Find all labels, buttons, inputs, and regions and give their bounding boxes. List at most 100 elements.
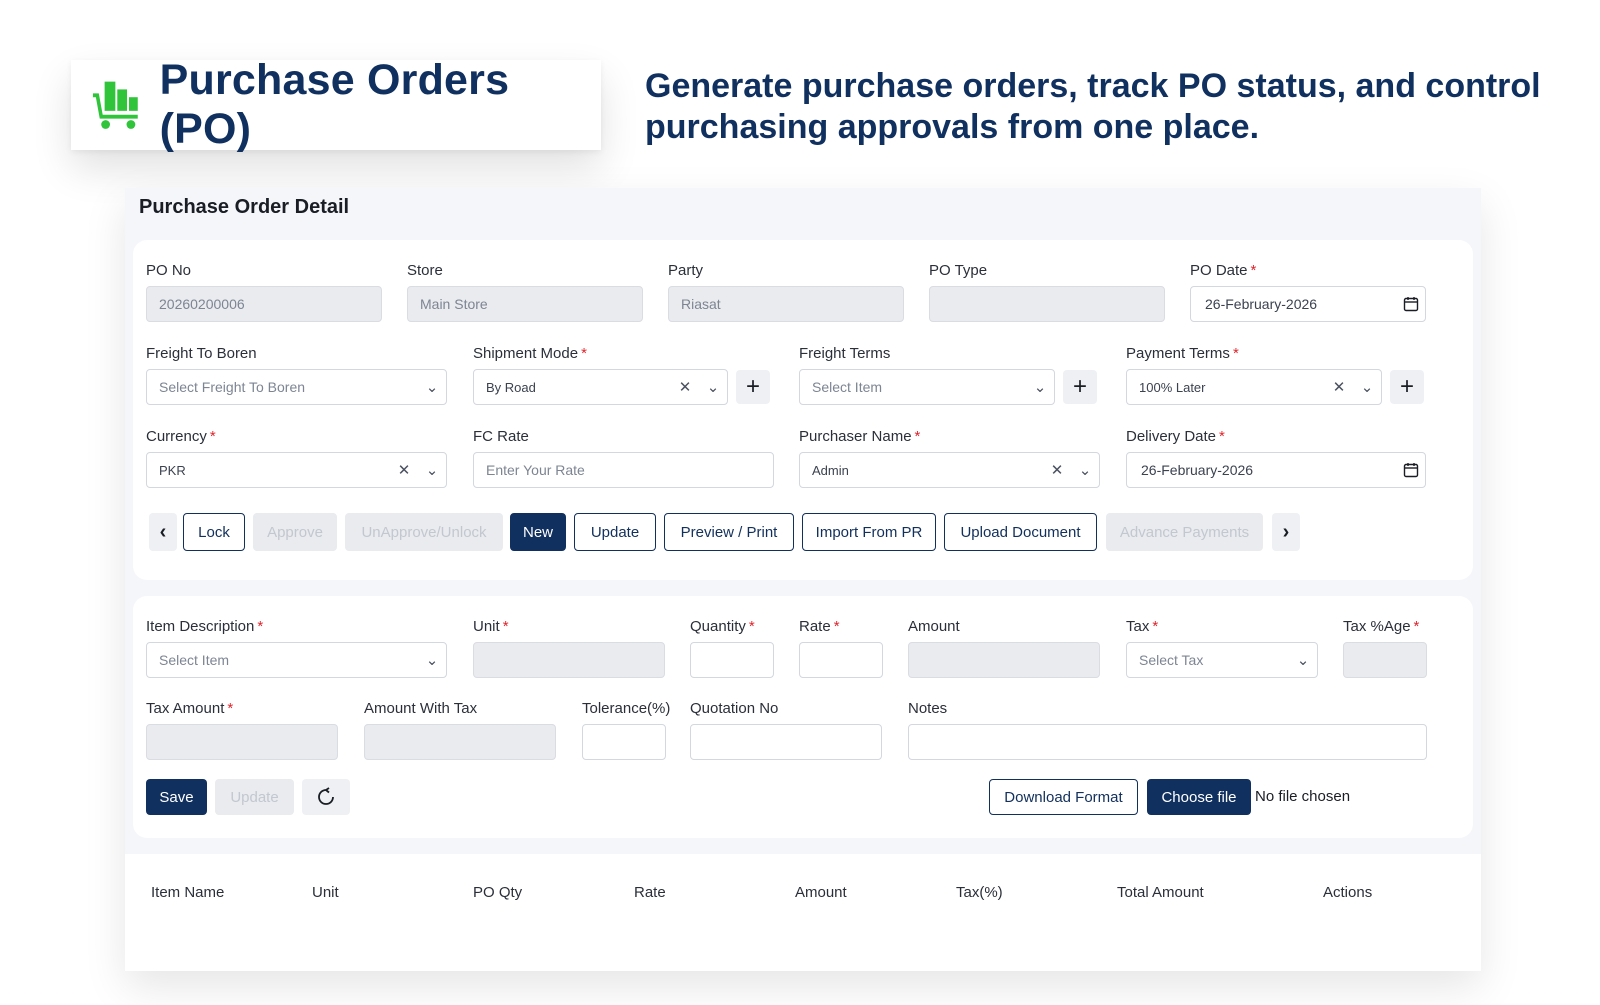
- delivery-date-label: Delivery Date *: [1126, 428, 1225, 445]
- purchaser-name-label: Purchaser Name *: [799, 428, 921, 445]
- refresh-button[interactable]: [302, 779, 350, 815]
- po-type-field: [929, 286, 1165, 322]
- preview-print-button[interactable]: Preview / Print: [664, 513, 794, 551]
- column-header-amount: Amount: [795, 884, 847, 901]
- choose-file-button[interactable]: Choose file: [1147, 779, 1251, 815]
- calendar-icon[interactable]: [1397, 287, 1425, 321]
- payment-terms-select[interactable]: 100% Later ✕ ⌄: [1126, 369, 1382, 405]
- unapprove-unlock-button[interactable]: UnApprove/Unlock: [345, 513, 503, 551]
- add-shipment-mode-button[interactable]: +: [736, 370, 770, 404]
- column-header-tax: Tax(%): [956, 884, 1003, 901]
- tolerance-input[interactable]: [582, 724, 666, 760]
- chevron-down-icon: ⌄: [425, 462, 439, 479]
- po-date-label: PO Date *: [1190, 262, 1257, 279]
- chevron-down-icon: ⌄: [1078, 462, 1092, 479]
- chevron-down-icon: ⌄: [706, 379, 720, 396]
- panel-title: Purchase Order Detail: [139, 196, 350, 218]
- import-from-pr-button[interactable]: Import From PR: [802, 513, 936, 551]
- column-header-po-qty: PO Qty: [473, 884, 523, 901]
- currency-select[interactable]: PKR ✕ ⌄: [146, 452, 447, 488]
- store-field: Main Store: [407, 286, 643, 322]
- amount-with-tax-field: [364, 724, 556, 760]
- quantity-input[interactable]: [690, 642, 774, 678]
- item-description-select[interactable]: Select Item ⌄: [146, 642, 447, 678]
- amount-field: [908, 642, 1100, 678]
- quantity-label: Quantity *: [690, 618, 755, 635]
- chevron-down-icon: ⌄: [1033, 379, 1047, 396]
- shipment-mode-label: Shipment Mode *: [473, 345, 587, 362]
- purchaser-name-select[interactable]: Admin ✕ ⌄: [799, 452, 1100, 488]
- unit-label: Unit *: [473, 618, 509, 635]
- fc-rate-label: FC Rate: [473, 428, 529, 445]
- column-header-total-amount: Total Amount: [1117, 884, 1204, 901]
- clear-icon[interactable]: ✕: [1043, 453, 1071, 487]
- add-freight-terms-button[interactable]: +: [1063, 370, 1097, 404]
- file-status-text: No file chosen: [1255, 788, 1351, 805]
- approve-button[interactable]: Approve: [253, 513, 337, 551]
- upload-document-button[interactable]: Upload Document: [944, 513, 1097, 551]
- unit-field: [473, 642, 665, 678]
- quotation-no-input[interactable]: [690, 724, 882, 760]
- tax-amount-field: [146, 724, 338, 760]
- shopping-cart-icon: [92, 81, 138, 129]
- freight-to-boren-label: Freight To Boren: [146, 345, 257, 362]
- freight-to-boren-select[interactable]: Select Freight To Boren ⌄: [146, 369, 447, 405]
- calendar-icon[interactable]: [1397, 453, 1425, 487]
- rate-label: Rate *: [799, 618, 840, 635]
- chevron-down-icon: ⌄: [1296, 652, 1310, 669]
- chevron-down-icon: ⌄: [425, 379, 439, 396]
- delivery-date-field[interactable]: 26-February-2026: [1126, 452, 1426, 488]
- quotation-no-label: Quotation No: [690, 700, 779, 717]
- tolerance-label: Tolerance(%): [582, 700, 671, 717]
- item-update-button[interactable]: Update: [215, 779, 294, 815]
- column-header-rate: Rate: [634, 884, 666, 901]
- tax-percentage-field: [1343, 642, 1427, 678]
- hero-badge: Purchase Orders (PO): [71, 56, 601, 153]
- advance-payments-button[interactable]: Advance Payments: [1106, 513, 1263, 551]
- item-description-label: Item Description *: [146, 618, 264, 635]
- chevron-down-icon: ⌄: [1360, 379, 1374, 396]
- rate-input[interactable]: [799, 642, 883, 678]
- fc-rate-input[interactable]: Enter Your Rate: [473, 452, 774, 488]
- new-button[interactable]: New: [510, 513, 566, 551]
- store-label: Store: [407, 262, 443, 279]
- column-header-item-name: Item Name: [151, 884, 225, 901]
- amount-label: Amount: [908, 618, 960, 635]
- currency-label: Currency *: [146, 428, 216, 445]
- save-button[interactable]: Save: [146, 779, 207, 815]
- amount-with-tax-label: Amount With Tax: [364, 700, 478, 717]
- refresh-icon: [318, 787, 334, 805]
- po-date-field[interactable]: 26-February-2026: [1190, 286, 1426, 322]
- column-header-unit: Unit: [312, 884, 339, 901]
- freight-terms-select[interactable]: Select Item ⌄: [799, 369, 1055, 405]
- party-field: Riasat: [668, 286, 904, 322]
- po-item-card: Item Description * Select Item ⌄ Unit * Qu…: [133, 596, 1473, 838]
- scroll-left-arrow-icon[interactable]: ‹: [149, 513, 177, 551]
- page-title: Purchase Orders (PO): [159, 56, 510, 153]
- tax-select[interactable]: Select Tax ⌄: [1126, 642, 1318, 678]
- freight-terms-label: Freight Terms: [799, 345, 891, 362]
- update-button[interactable]: Update: [574, 513, 656, 551]
- party-label: Party: [668, 262, 704, 279]
- purchase-order-panel: Purchase Order Detail PO No 20260200006 …: [125, 188, 1481, 971]
- payment-terms-label: Payment Terms *: [1126, 345, 1239, 362]
- add-payment-terms-button[interactable]: +: [1390, 370, 1424, 404]
- clear-icon[interactable]: ✕: [390, 453, 418, 487]
- notes-label: Notes: [908, 700, 948, 717]
- chevron-down-icon: ⌄: [425, 652, 439, 669]
- po-header-card: PO No 20260200006 Store Main Store Party…: [133, 240, 1473, 580]
- download-format-button[interactable]: Download Format: [989, 779, 1138, 815]
- po-items-table: Item Name Unit PO Qty Rate Amount Tax(%)…: [125, 854, 1481, 971]
- clear-icon[interactable]: ✕: [1325, 370, 1353, 404]
- po-no-label: PO No: [146, 262, 192, 279]
- tax-amount-label: Tax Amount *: [146, 700, 234, 717]
- hero-tagline: Generate purchase orders, track PO statu…: [645, 67, 1541, 146]
- tax-percentage-label: Tax %Age *: [1343, 618, 1420, 635]
- shipment-mode-select[interactable]: By Road ✕ ⌄: [473, 369, 728, 405]
- po-type-label: PO Type: [929, 262, 988, 279]
- clear-icon[interactable]: ✕: [671, 370, 699, 404]
- lock-button[interactable]: Lock: [183, 513, 245, 551]
- scroll-right-arrow-icon[interactable]: ›: [1272, 513, 1300, 551]
- notes-input[interactable]: [908, 724, 1427, 760]
- column-header-actions: Actions: [1323, 884, 1373, 901]
